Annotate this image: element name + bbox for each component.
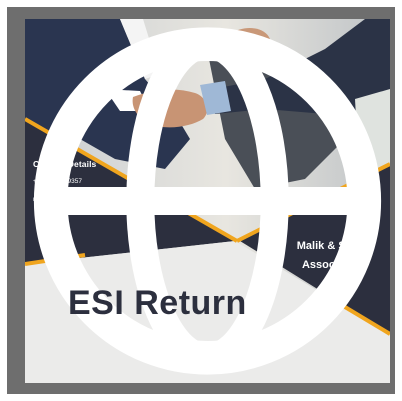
globe-icon: [33, 27, 382, 375]
company-name-line2: Associates: [301, 259, 361, 271]
esi-return-poster: Contact Details +91 9654209357 malikands…: [25, 19, 390, 383]
headline-title: ESI Return: [68, 284, 247, 322]
company-name-line1: Malik & Sons: [296, 240, 366, 252]
company-name: Malik & Sons Associates: [281, 237, 381, 275]
